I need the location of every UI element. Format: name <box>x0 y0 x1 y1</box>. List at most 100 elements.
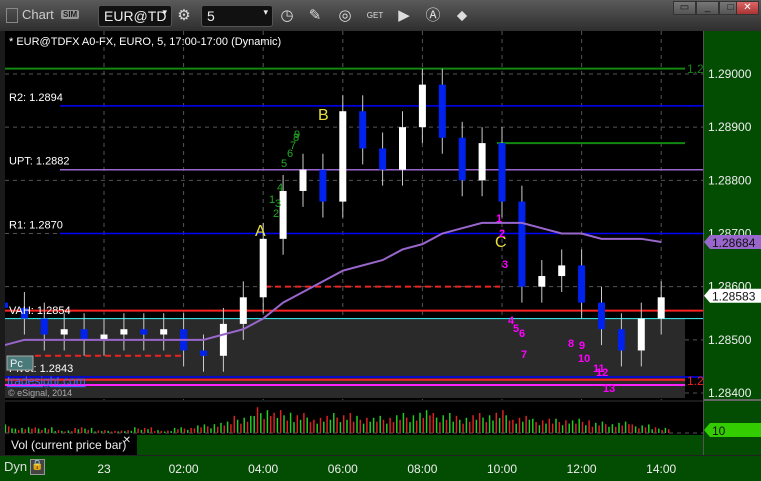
link-icon[interactable]: ⬥ <box>453 7 471 25</box>
auto-scale-icon[interactable]: Ⓐ <box>424 7 442 25</box>
symbol-select[interactable]: EUR@TD ▾ <box>98 5 172 27</box>
candle-body <box>538 276 546 287</box>
chevron-down-icon: ▾ <box>263 7 268 17</box>
price-tick-label: 1.28800 <box>708 173 752 187</box>
candle-body <box>637 318 645 351</box>
last-price-tag: 1.28583 <box>712 290 756 304</box>
candle-body <box>60 329 68 335</box>
copyright: © eSignal, 2014 <box>8 388 72 398</box>
candle-body <box>578 265 586 303</box>
interval-value: 5 <box>207 8 215 24</box>
time-tick-label: 04:00 <box>248 462 279 476</box>
count-label: 13 <box>603 383 615 395</box>
count-label: 2 <box>499 228 505 240</box>
candle-body <box>239 297 247 324</box>
candle-body <box>339 111 347 202</box>
minimize-button[interactable]: _ <box>696 1 719 15</box>
cursor-circle-icon[interactable]: ◎ <box>336 7 354 25</box>
count-label: 1 <box>496 213 502 225</box>
interval-select[interactable]: 5 ▾ <box>201 5 273 27</box>
play-icon[interactable]: ▶ <box>395 7 413 25</box>
volume-panel <box>1 402 703 435</box>
candle-body <box>498 143 506 202</box>
candle-body <box>219 323 227 356</box>
count-label: 3 <box>502 259 508 271</box>
candle-body <box>657 297 665 319</box>
title-bar: Chart SIM EUR@TD ▾ ⚙ 5 ▾ ◷ ✎ ◎ GET ▶ Ⓐ ⬥ ▭… <box>0 0 761 31</box>
candle-body <box>359 111 367 149</box>
candle-body <box>478 143 486 181</box>
time-tick-label: 12:00 <box>566 462 597 476</box>
candle-body <box>418 84 426 128</box>
volume-plot <box>1 407 703 434</box>
candle-body <box>200 350 207 356</box>
candle-body <box>558 265 566 277</box>
count-label: 7 <box>521 349 527 361</box>
candle-body <box>120 329 128 335</box>
dyn-label: Dyn <box>4 459 28 474</box>
level-label: R2: 1.2894 <box>9 92 63 104</box>
price-chart[interactable]: R2: 1.2894 UPT: 1.2882 R1: 1.2870 Pivot: 1.… <box>1 31 704 400</box>
volume-label-bar: Vol (current price bar) ✕ <box>5 435 703 455</box>
pattern-label: A <box>255 223 266 240</box>
time-tick-label: 10:00 <box>486 462 518 476</box>
get-icon[interactable]: GET <box>366 7 384 25</box>
candle-body <box>140 329 148 335</box>
level-cut-label: 1.2 <box>687 62 703 76</box>
green-count-label: 9 <box>294 129 300 141</box>
brand-link: tradesight.com <box>7 374 86 388</box>
time-tick-label: 08:00 <box>407 462 438 476</box>
time-axis[interactable]: Dyn 🔒 23 02:00 04:00 06:00 08:00 10:00 12:00 14… <box>0 455 761 481</box>
chart-title: * EUR@TDFX A0-FX, EURO, 5, 17:00-17:00 (… <box>9 36 281 48</box>
price-tick-label: 1.28400 <box>708 386 752 400</box>
level-label: R1: 1.2870 <box>9 220 63 232</box>
count-label: 6 <box>519 328 525 340</box>
price-tick-label: 1.28500 <box>708 333 752 347</box>
candle-body <box>598 302 605 330</box>
time-tick-label: 14:00 <box>646 462 677 476</box>
pattern-label: B <box>318 107 329 124</box>
price-tick-label: 1.29000 <box>708 67 752 81</box>
candle-body <box>259 238 267 298</box>
sim-badge: SIM <box>61 10 80 19</box>
ma-value-tag: 1.28684 <box>712 236 756 250</box>
pencil-icon[interactable]: ✎ <box>306 7 324 25</box>
price-tick-label: 1.28900 <box>708 120 752 134</box>
candle-body <box>518 201 526 287</box>
clock-icon[interactable]: ◷ <box>278 7 296 25</box>
candle-body <box>80 329 88 340</box>
candle-body <box>458 137 466 181</box>
price-axis[interactable]: 1.29000 1.28900 1.28800 1.28700 1.28600 1.285… <box>703 31 761 455</box>
green-count-label: 4 <box>277 182 283 194</box>
vah-label: VAH: 1.2854 <box>9 305 71 317</box>
price-plot: R2: 1.2894UPT: 1.2882R1: 1.2870Pivot: 1.… <box>1 31 704 400</box>
close-study-icon[interactable]: ✕ <box>123 435 131 446</box>
time-tick-label: 02:00 <box>168 462 199 476</box>
volume-tag: 10 <box>712 424 726 438</box>
candle-body <box>319 169 327 202</box>
candle-body <box>379 148 387 170</box>
candle-body <box>40 318 48 335</box>
count-label: 9 <box>579 340 585 352</box>
window-title: Chart <box>22 7 54 22</box>
symbol-value: EUR@TD <box>104 8 167 24</box>
time-tick-label: 06:00 <box>327 462 358 476</box>
candle-body <box>399 127 406 170</box>
lock-icon[interactable]: 🔒 <box>30 459 45 475</box>
window-menu-button[interactable]: ▭ <box>673 1 696 15</box>
price-axis-labels: 1.290001.289001.288001.287001.286001.285… <box>704 67 761 438</box>
panel-toggle-icon[interactable] <box>6 8 18 23</box>
close-button[interactable]: ✕ <box>736 1 759 15</box>
pane-label: Pc <box>10 358 23 370</box>
candle-body <box>617 329 625 351</box>
level-cut-label: 1.2 <box>687 374 703 388</box>
candle-body <box>299 169 307 191</box>
chevron-down-icon: ▾ <box>162 7 167 17</box>
settings-gear-icon[interactable]: ⚙ <box>175 7 193 25</box>
time-tick-label: 23 <box>97 462 111 476</box>
count-label: 10 <box>578 353 590 365</box>
green-count-label: 3 <box>275 198 281 210</box>
count-label: 12 <box>596 367 608 379</box>
level-label: UPT: 1.2882 <box>9 156 70 168</box>
candle-body <box>438 84 446 138</box>
